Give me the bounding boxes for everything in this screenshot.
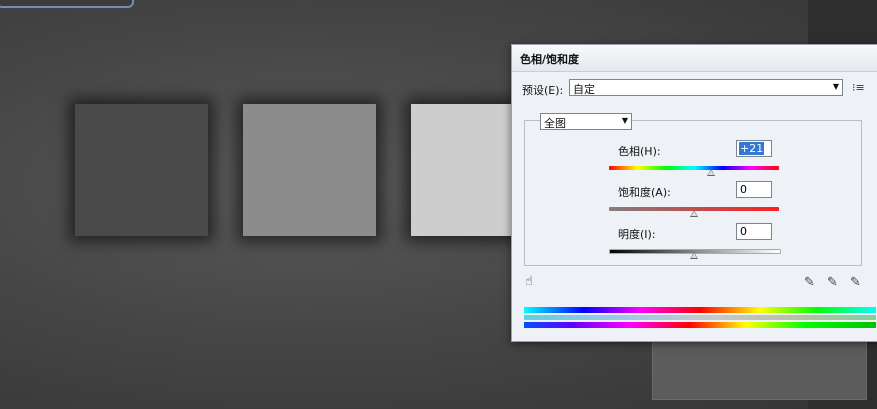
eyedropper-plus-icon[interactable]: ✎ (827, 275, 838, 290)
eyedropper-minus-icon[interactable]: ✎ (850, 275, 861, 290)
hue-range-bar (524, 315, 876, 320)
lightness-input[interactable]: 0 (736, 223, 772, 240)
gray-swatch-dark (75, 104, 208, 236)
lightness-label: 明度(I): (618, 228, 656, 241)
channel-value: 全图 (544, 117, 566, 130)
preset-select[interactable]: 自定 ▼ (569, 79, 843, 96)
hue-saturation-dialog: 色相/饱和度 预设(E): 自定 ▼ ⁝≡ 全图 ▼ 色相(H): +21 饱和… (511, 44, 877, 342)
eyedropper-icon[interactable]: ✎ (804, 275, 815, 290)
saturation-slider-thumb[interactable] (690, 210, 698, 217)
background-panel (652, 336, 867, 400)
saturation-label: 饱和度(A): (618, 186, 671, 199)
chevron-down-icon: ▼ (621, 116, 628, 125)
lightness-slider-thumb[interactable] (690, 252, 698, 259)
saturation-input[interactable]: 0 (736, 181, 772, 198)
hue-input[interactable]: +21 (736, 140, 772, 157)
saturation-value: 0 (740, 183, 747, 196)
dialog-title: 色相/饱和度 (520, 53, 580, 66)
preset-label: 预设(E): (522, 84, 564, 97)
gray-swatch-medium (243, 104, 376, 236)
hue-spectrum-bar-top (524, 307, 876, 313)
top-panel-frame (0, 0, 134, 8)
hue-slider-thumb[interactable] (707, 169, 715, 176)
hue-slider-track[interactable] (609, 166, 779, 170)
channel-select[interactable]: 全图 ▼ (540, 113, 632, 130)
hue-spectrum-bar-bottom (524, 322, 876, 328)
hue-label: 色相(H): (618, 145, 661, 158)
chevron-down-icon: ▼ (832, 82, 839, 91)
preset-value: 自定 (573, 83, 595, 96)
hue-value: +21 (739, 142, 765, 155)
lightness-value: 0 (740, 225, 747, 238)
adjustment-group (524, 120, 862, 266)
hand-icon[interactable]: ☝ (525, 274, 533, 289)
menu-icon[interactable]: ⁝≡ (852, 81, 866, 94)
dialog-title-bar[interactable]: 色相/饱和度 (512, 45, 877, 72)
